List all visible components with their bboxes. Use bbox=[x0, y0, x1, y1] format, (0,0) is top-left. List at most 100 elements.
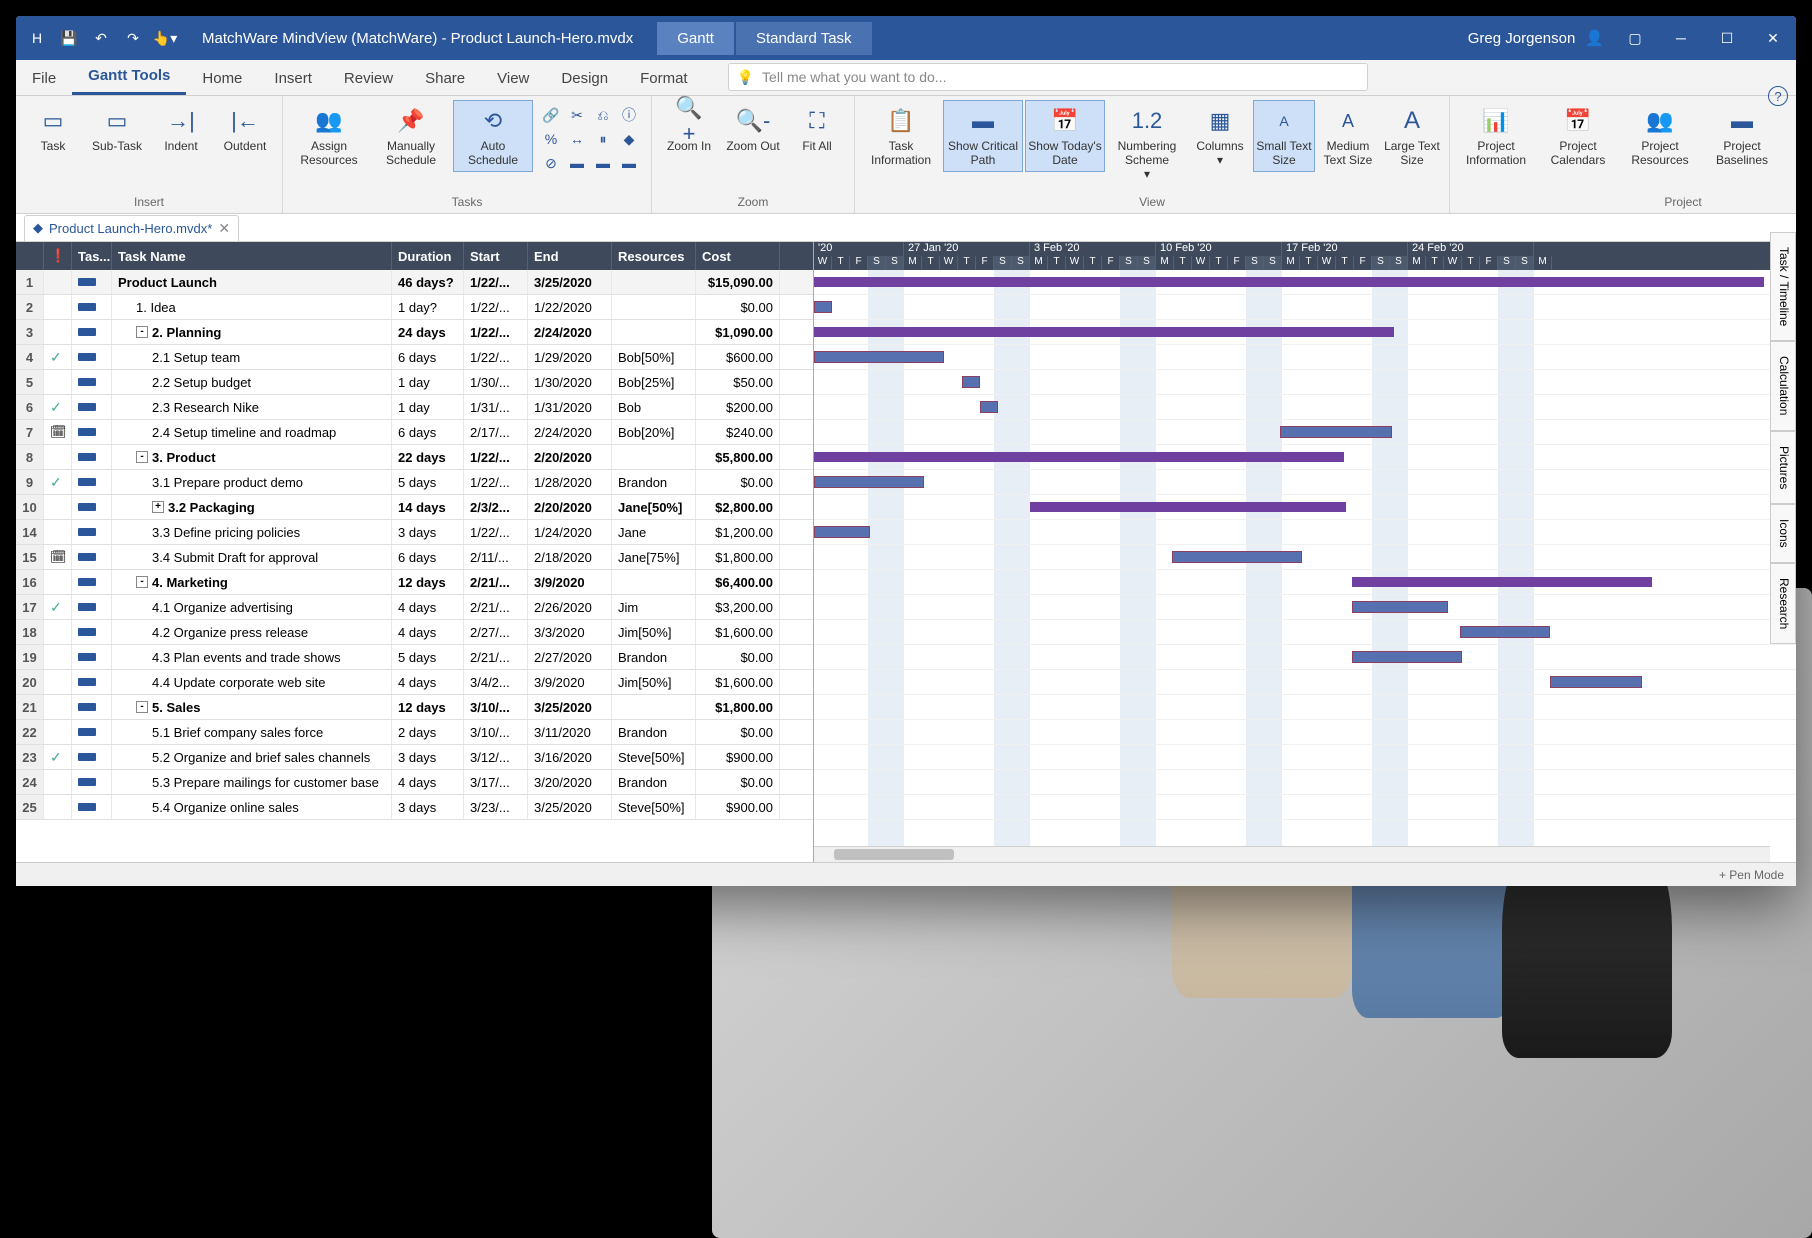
user-account[interactable]: Greg Jorgenson 👤 bbox=[1468, 29, 1612, 47]
close-icon[interactable]: ✕ bbox=[1750, 16, 1796, 60]
table-row[interactable]: 3-2. Planning24 days1/22/...2/24/2020$1,… bbox=[16, 320, 813, 345]
table-row[interactable]: 225.1 Brief company sales force2 days3/1… bbox=[16, 720, 813, 745]
ribbon-display-icon[interactable]: ▢ bbox=[1612, 16, 1658, 60]
gantt-row[interactable] bbox=[814, 745, 1796, 770]
gantt-bar[interactable] bbox=[980, 401, 998, 413]
save-icon[interactable]: 💾 bbox=[56, 25, 82, 51]
numbering-scheme-button[interactable]: 1.2Numbering Scheme▾ bbox=[1107, 100, 1187, 186]
zoom-in-button[interactable]: 🔍+Zoom In bbox=[658, 100, 720, 158]
indent-button[interactable]: →|Indent bbox=[150, 100, 212, 158]
ribbon-tab-insert[interactable]: Insert bbox=[258, 62, 328, 95]
side-tab-pictures[interactable]: Pictures bbox=[1770, 431, 1796, 504]
unlink-icon[interactable]: ✂ bbox=[565, 104, 589, 126]
expand-icon[interactable]: - bbox=[136, 576, 148, 588]
gantt-row[interactable] bbox=[814, 645, 1796, 670]
bar3-icon[interactable]: ▬ bbox=[617, 152, 641, 174]
ribbon-tab-view[interactable]: View bbox=[481, 62, 545, 95]
split-icon[interactable]: ⎌ bbox=[591, 104, 615, 126]
gantt-row[interactable] bbox=[814, 720, 1796, 745]
table-row[interactable]: 204.4 Update corporate web site4 days3/4… bbox=[16, 670, 813, 695]
ribbon-tab-share[interactable]: Share bbox=[409, 62, 481, 95]
info-col-icon[interactable]: ❗ bbox=[44, 242, 72, 270]
table-row[interactable]: 1Product Launch46 days?1/22/...3/25/2020… bbox=[16, 270, 813, 295]
document-tab[interactable]: ◆ Product Launch-Hero.mvdx* ✕ bbox=[24, 215, 239, 241]
table-row[interactable]: 21. Idea1 day?1/22/...1/22/2020$0.00 bbox=[16, 295, 813, 320]
expand-icon[interactable]: - bbox=[136, 451, 148, 463]
table-row[interactable]: 17✓4.1 Organize advertising4 days2/21/..… bbox=[16, 595, 813, 620]
inactive-icon[interactable]: ⊘ bbox=[539, 152, 563, 174]
gantt-row[interactable] bbox=[814, 345, 1796, 370]
gantt-bar[interactable] bbox=[814, 327, 1394, 337]
grid-body[interactable]: 1Product Launch46 days?1/22/...3/25/2020… bbox=[16, 270, 813, 886]
table-row[interactable]: 255.4 Organize online sales3 days3/23/..… bbox=[16, 795, 813, 820]
help-icon[interactable]: ? bbox=[1768, 86, 1788, 106]
gantt-bar[interactable] bbox=[1352, 577, 1652, 587]
table-row[interactable]: 9✓3.1 Prepare product demo5 days1/22/...… bbox=[16, 470, 813, 495]
table-row[interactable]: 7🗓2.4 Setup timeline and roadmap6 days2/… bbox=[16, 420, 813, 445]
project-resources-button[interactable]: 👥Project Resources bbox=[1620, 100, 1700, 172]
undo-icon[interactable]: ↶ bbox=[88, 25, 114, 51]
large-text-button[interactable]: ALarge Text Size bbox=[1381, 100, 1443, 172]
columns-button[interactable]: ▦Columns▾ bbox=[1189, 100, 1251, 172]
app-icon[interactable]: H bbox=[24, 25, 50, 51]
gantt-row[interactable] bbox=[814, 445, 1796, 470]
gantt-row[interactable] bbox=[814, 295, 1796, 320]
gantt-bar[interactable] bbox=[1550, 676, 1642, 688]
context-tab-gantt[interactable]: Gantt bbox=[657, 22, 734, 55]
info-icon[interactable]: ⓘ bbox=[617, 104, 641, 126]
gantt-row[interactable] bbox=[814, 670, 1796, 695]
gantt-chart[interactable]: '2027 Jan '203 Feb '2010 Feb '2017 Feb '… bbox=[814, 242, 1796, 886]
milestone-icon[interactable]: ◆ bbox=[617, 128, 641, 150]
side-tab-task-timeline[interactable]: Task / Timeline bbox=[1770, 232, 1796, 341]
medium-text-button[interactable]: AMedium Text Size bbox=[1317, 100, 1379, 172]
gantt-row[interactable] bbox=[814, 770, 1796, 795]
gantt-row[interactable] bbox=[814, 470, 1796, 495]
table-row[interactable]: 21-5. Sales12 days3/10/...3/25/2020$1,80… bbox=[16, 695, 813, 720]
assign-resources-button[interactable]: 👥Assign Resources bbox=[289, 100, 369, 172]
cost-col-header[interactable]: Cost bbox=[696, 242, 780, 270]
table-row[interactable]: 15🗓3.4 Submit Draft for approval6 days2/… bbox=[16, 545, 813, 570]
gantt-bar[interactable] bbox=[962, 376, 980, 388]
maximize-icon[interactable]: ☐ bbox=[1704, 16, 1750, 60]
project-calendars-button[interactable]: 📅Project Calendars bbox=[1538, 100, 1618, 172]
zoom-out-button[interactable]: 🔍-Zoom Out bbox=[722, 100, 784, 158]
percent-icon[interactable]: % bbox=[539, 128, 563, 150]
move-project-button[interactable]: ↔Move Project bbox=[1784, 100, 1796, 172]
start-col-header[interactable]: Start bbox=[464, 242, 528, 270]
gantt-row[interactable] bbox=[814, 420, 1796, 445]
close-tab-icon[interactable]: ✕ bbox=[218, 220, 230, 237]
gantt-bar[interactable] bbox=[1172, 551, 1302, 563]
table-row[interactable]: 4✓2.1 Setup team6 days1/22/...1/29/2020B… bbox=[16, 345, 813, 370]
gantt-bar[interactable] bbox=[1352, 651, 1462, 663]
redo-icon[interactable]: ↷ bbox=[120, 25, 146, 51]
project-information-button[interactable]: 📊Project Information bbox=[1456, 100, 1536, 172]
side-tab-icons[interactable]: Icons bbox=[1770, 504, 1796, 563]
small-text-button[interactable]: ASmall Text Size bbox=[1253, 100, 1315, 172]
ribbon-tab-design[interactable]: Design bbox=[545, 62, 624, 95]
duration-col-header[interactable]: Duration bbox=[392, 242, 464, 270]
gantt-row[interactable] bbox=[814, 795, 1796, 820]
constraint-icon[interactable]: ⏸ bbox=[591, 128, 615, 150]
show-todays-date-button[interactable]: 📅Show Today's Date bbox=[1025, 100, 1105, 172]
table-row[interactable]: 143.3 Define pricing policies3 days1/22/… bbox=[16, 520, 813, 545]
ribbon-tab-format[interactable]: Format bbox=[624, 62, 704, 95]
ribbon-tab-review[interactable]: Review bbox=[328, 62, 409, 95]
link-icon[interactable]: 🔗 bbox=[539, 104, 563, 126]
side-tab-calculation[interactable]: Calculation bbox=[1770, 341, 1796, 430]
manually-schedule-button[interactable]: 📌Manually Schedule bbox=[371, 100, 451, 172]
move-icon[interactable]: ↔ bbox=[565, 128, 589, 150]
side-tab-research[interactable]: Research bbox=[1770, 563, 1796, 644]
gantt-row[interactable] bbox=[814, 570, 1796, 595]
resources-col-header[interactable]: Resources bbox=[612, 242, 696, 270]
gantt-row[interactable] bbox=[814, 545, 1796, 570]
gantt-row[interactable] bbox=[814, 270, 1796, 295]
table-row[interactable]: 245.3 Prepare mailings for customer base… bbox=[16, 770, 813, 795]
horizontal-scrollbar[interactable] bbox=[814, 846, 1770, 862]
gantt-bar[interactable] bbox=[814, 452, 1344, 462]
ribbon-tab-file[interactable]: File bbox=[16, 62, 72, 95]
table-row[interactable]: 16-4. Marketing12 days2/21/...3/9/2020$6… bbox=[16, 570, 813, 595]
sub-task-button[interactable]: ▭Sub-Task bbox=[86, 100, 148, 158]
context-tab-standard-task[interactable]: Standard Task bbox=[736, 22, 872, 55]
table-row[interactable]: 10+3.2 Packaging14 days2/3/2...2/20/2020… bbox=[16, 495, 813, 520]
tell-me-search[interactable]: 💡 Tell me what you want to do... bbox=[728, 63, 1368, 91]
